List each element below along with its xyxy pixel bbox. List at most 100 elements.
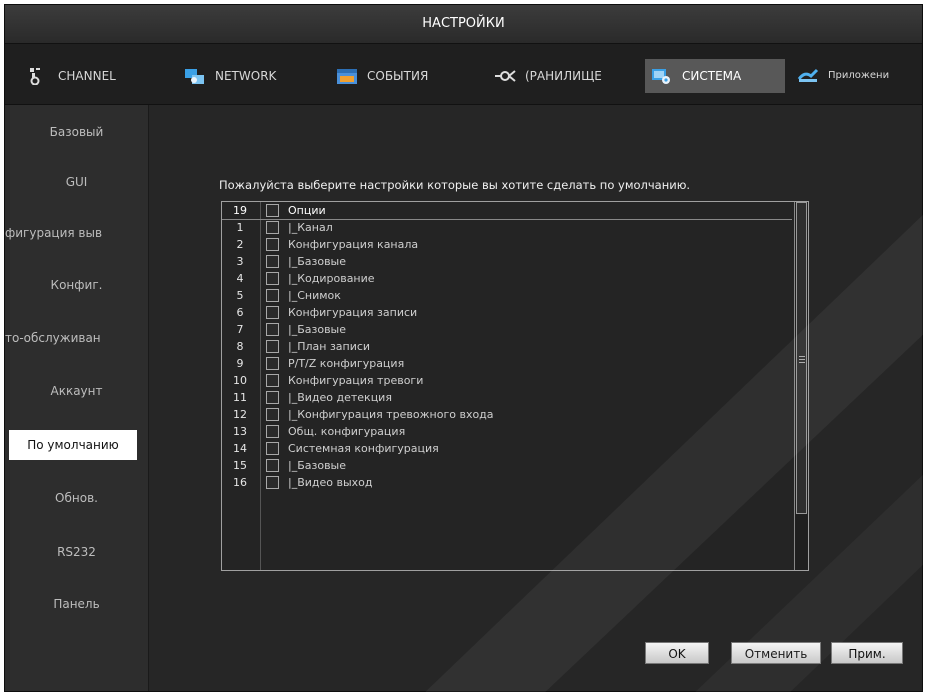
- row-number: 13: [233, 425, 247, 438]
- row-number: 1: [236, 221, 244, 234]
- select-all-checkbox[interactable]: [266, 204, 279, 217]
- list-item[interactable]: 11 |_Видео детекция: [222, 389, 792, 406]
- system-icon: [652, 69, 670, 84]
- thumb-grip-line: [799, 362, 805, 363]
- row-label: |_Базовые: [288, 323, 347, 336]
- row-checkbox[interactable]: [266, 272, 279, 285]
- row-number: 3: [236, 255, 244, 268]
- row-checkbox[interactable]: [266, 374, 279, 387]
- tab-storage-label: (РАНИЛИЩЕ: [525, 69, 602, 83]
- tab-system-label: СИСТЕМА: [682, 69, 742, 83]
- list-item[interactable]: 10 Конфигурация тревоги: [222, 372, 792, 389]
- ok-button[interactable]: OK: [645, 642, 709, 664]
- settings-window: НАСТРОЙКИ CHANNEL NETWORK СОБЫТИЯ (РАНИЛ…: [4, 4, 923, 692]
- row-number: 16: [233, 476, 247, 489]
- sidebar-item-update[interactable]: Обнов.: [5, 483, 148, 513]
- list-item[interactable]: 3 |_Базовые: [222, 253, 792, 270]
- row-checkbox[interactable]: [266, 340, 279, 353]
- list-item[interactable]: 4 |_Кодирование: [222, 270, 792, 287]
- storage-icon: [495, 70, 516, 82]
- cancel-button[interactable]: Отменить: [731, 642, 821, 664]
- row-checkbox[interactable]: [266, 238, 279, 251]
- row-label: |_Снимок: [288, 289, 341, 302]
- row-number: 6: [236, 306, 244, 319]
- sidebar-item-panel[interactable]: Панель: [5, 589, 148, 619]
- sidebar-item-rs232[interactable]: RS232: [5, 537, 148, 567]
- tab-network-label: NETWORK: [215, 69, 277, 83]
- sidebar-item-gui[interactable]: GUI: [5, 167, 148, 197]
- list-item[interactable]: 8 |_План записи: [222, 338, 792, 355]
- main-content: Пожалуйста выберите настройки которые вы…: [149, 105, 922, 691]
- tab-network[interactable]: NETWORK: [178, 59, 318, 93]
- row-label: |_Конфигурация тревожного входа: [288, 408, 494, 421]
- tab-system[interactable]: СИСТЕМА: [645, 59, 785, 93]
- row-checkbox[interactable]: [266, 408, 279, 421]
- options-list: 19 Опции 1 |_Канал 2 Конфигурация канала 3…: [221, 201, 809, 571]
- row-label: Системная конфигурация: [288, 442, 439, 455]
- row-label: |_Базовые: [288, 459, 347, 472]
- list-item[interactable]: 12 |_Конфигурация тревожного входа: [222, 406, 792, 423]
- list-item[interactable]: 7 |_Базовые: [222, 321, 792, 338]
- channel-icon: [30, 68, 40, 85]
- row-label: |_Базовые: [288, 255, 347, 268]
- tab-apps[interactable]: Приложени: [791, 59, 922, 93]
- list-header: 19 Опции: [222, 202, 792, 220]
- sidebar-item-maintenance[interactable]: то-обслуживан: [5, 323, 148, 353]
- header-options-label: Опции: [288, 204, 326, 217]
- row-checkbox[interactable]: [266, 306, 279, 319]
- tab-storage[interactable]: (РАНИЛИЩЕ: [489, 59, 639, 93]
- row-label: |_План записи: [288, 340, 371, 353]
- row-checkbox[interactable]: [266, 425, 279, 438]
- row-checkbox[interactable]: [266, 357, 279, 370]
- list-item[interactable]: 6 Конфигурация записи: [222, 304, 792, 321]
- sidebar: Базовый GUI фигурация выв Конфиг. то-обс…: [5, 105, 149, 691]
- list-item[interactable]: 1 |_Канал: [222, 219, 792, 236]
- sidebar-item-output-config[interactable]: фигурация выв: [5, 218, 148, 248]
- apps-icon: [797, 68, 819, 82]
- tab-events[interactable]: СОБЫТИЯ: [333, 59, 483, 93]
- tab-channel-label: CHANNEL: [58, 69, 116, 83]
- row-checkbox[interactable]: [266, 255, 279, 268]
- row-number: 14: [233, 442, 247, 455]
- row-checkbox[interactable]: [266, 476, 279, 489]
- window-title: НАСТРОЙКИ: [5, 5, 922, 44]
- row-number: 8: [236, 340, 244, 353]
- row-checkbox[interactable]: [266, 459, 279, 472]
- row-number: 4: [236, 272, 244, 285]
- tab-bar: CHANNEL NETWORK СОБЫТИЯ (РАНИЛИЩЕ СИСТЕМ…: [5, 44, 922, 105]
- list-item[interactable]: 2 Конфигурация канала: [222, 236, 792, 253]
- sidebar-item-basic[interactable]: Базовый: [5, 117, 148, 147]
- header-count: 19: [233, 204, 247, 217]
- network-icon: [185, 69, 204, 84]
- list-item[interactable]: 15 |_Базовые: [222, 457, 792, 474]
- row-label: |_Кодирование: [288, 272, 375, 285]
- row-checkbox[interactable]: [266, 221, 279, 234]
- row-checkbox[interactable]: [266, 442, 279, 455]
- row-checkbox[interactable]: [266, 289, 279, 302]
- apply-button[interactable]: Прим.: [831, 642, 903, 664]
- sidebar-item-config[interactable]: Конфиг.: [5, 270, 148, 300]
- sidebar-item-account[interactable]: Аккаунт: [5, 376, 148, 406]
- row-checkbox[interactable]: [266, 391, 279, 404]
- row-number: 5: [236, 289, 244, 302]
- thumb-grip-line: [799, 359, 805, 360]
- tab-channel[interactable]: CHANNEL: [7, 59, 157, 93]
- list-item[interactable]: 5 |_Снимок: [222, 287, 792, 304]
- row-label: |_Канал: [288, 221, 333, 234]
- row-checkbox[interactable]: [266, 323, 279, 336]
- row-number: 10: [233, 374, 247, 387]
- row-label: Конфигурация тревоги: [288, 374, 424, 387]
- scrollbar-thumb[interactable]: [796, 202, 807, 514]
- row-number: 12: [233, 408, 247, 421]
- tab-events-label: СОБЫТИЯ: [367, 69, 429, 83]
- list-item[interactable]: 16 |_Видео выход: [222, 474, 792, 491]
- list-item[interactable]: 13 Общ. конфигурация: [222, 423, 792, 440]
- list-item[interactable]: 9 P/T/Z конфигурация: [222, 355, 792, 372]
- row-label: Конфигурация записи: [288, 306, 418, 319]
- row-number: 15: [233, 459, 247, 472]
- list-item[interactable]: 14 Системная конфигурация: [222, 440, 792, 457]
- row-label: Конфигурация канала: [288, 238, 419, 251]
- row-number: 7: [236, 323, 244, 336]
- list-scrollbar[interactable]: [794, 202, 808, 570]
- sidebar-item-default[interactable]: По умолчанию: [9, 430, 137, 460]
